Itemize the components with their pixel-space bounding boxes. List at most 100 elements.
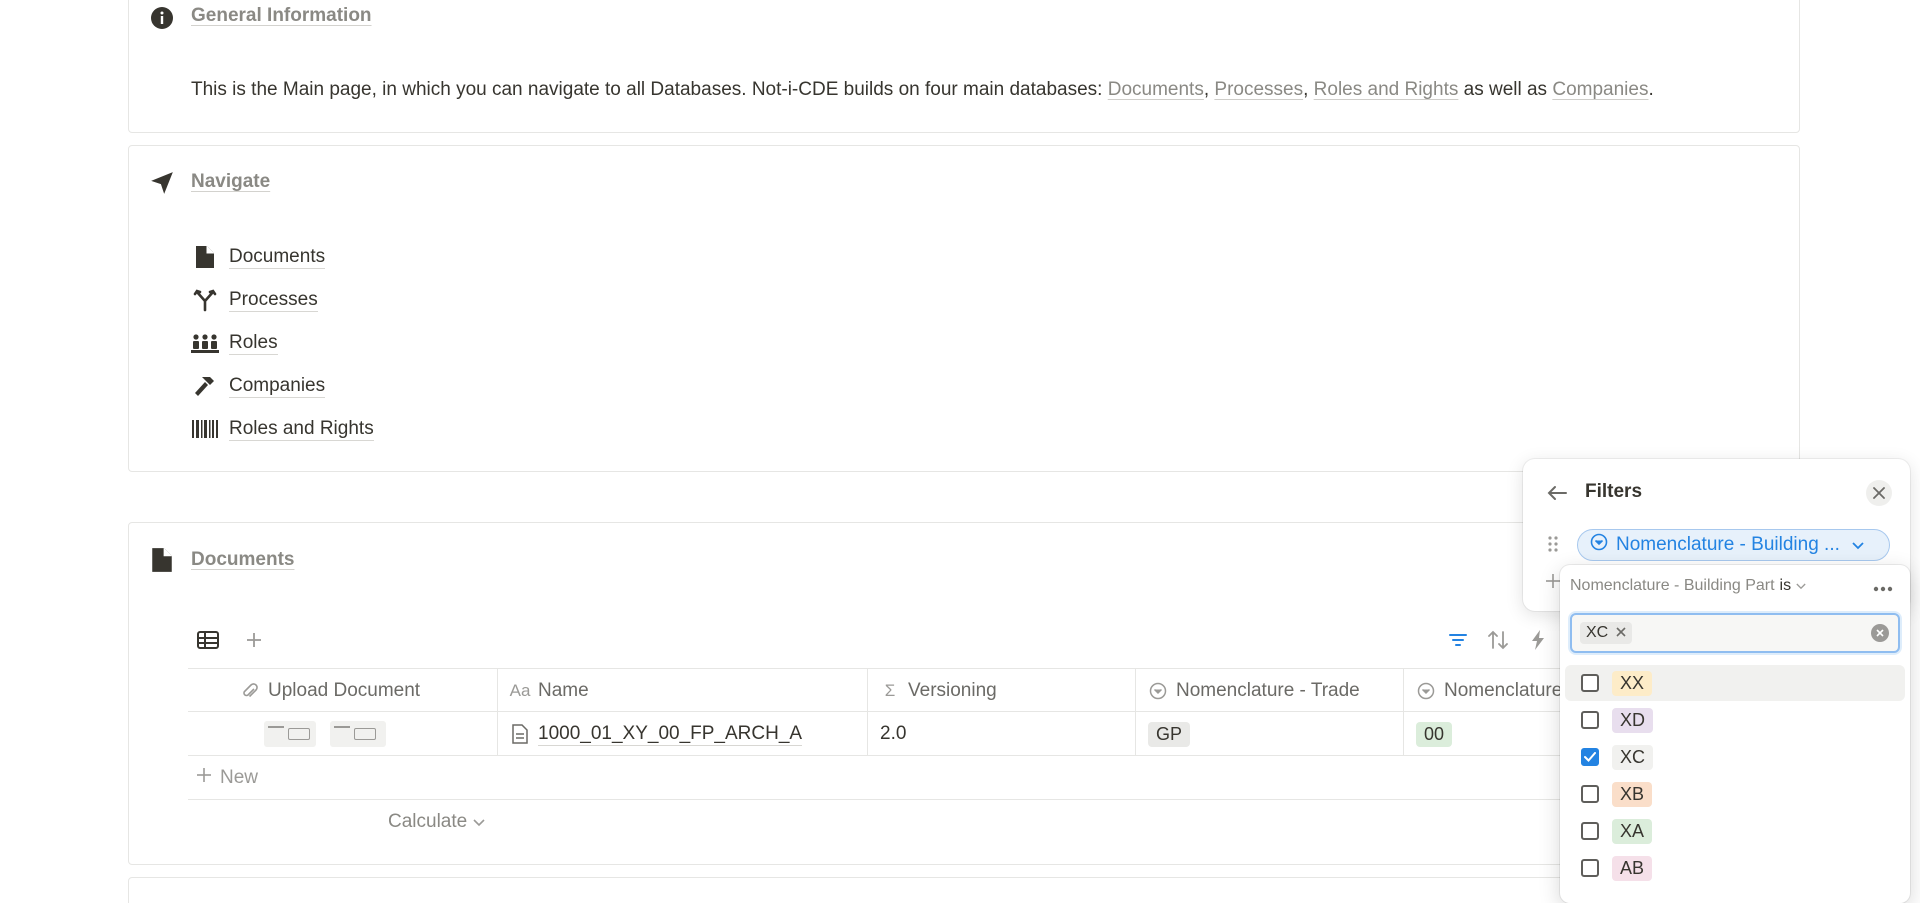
new-row[interactable]: New xyxy=(188,756,1588,800)
file-thumbnail[interactable] xyxy=(330,721,386,747)
drag-handle-icon[interactable] xyxy=(1547,535,1561,555)
option-xa[interactable]: XA xyxy=(1565,813,1905,849)
select-icon xyxy=(1148,682,1168,700)
page-icon xyxy=(510,724,530,744)
nomenclature-trade-cell[interactable]: GP xyxy=(1136,712,1404,756)
link-roles-and-rights[interactable]: Roles and Rights xyxy=(1314,79,1459,100)
column-label: Nomenclature - Trade xyxy=(1176,680,1360,701)
navigate-callout: Navigate Documents Processes Roles Compa… xyxy=(128,145,1800,472)
option-ab[interactable]: AB xyxy=(1565,850,1905,886)
checkbox[interactable] xyxy=(1581,785,1599,803)
end-text: . xyxy=(1648,79,1654,100)
documents-title[interactable]: Documents xyxy=(191,549,294,571)
column-header-upload-document[interactable]: Upload Document xyxy=(188,669,498,713)
option-xx[interactable]: XX xyxy=(1565,665,1905,701)
navigate-title[interactable]: Navigate xyxy=(191,171,270,193)
add-view-icon[interactable] xyxy=(240,626,268,654)
option-xd[interactable]: XD xyxy=(1565,702,1905,738)
file-thumbnail[interactable] xyxy=(264,721,316,747)
document-icon xyxy=(149,547,175,573)
new-row-button[interactable]: New xyxy=(196,756,258,800)
nav-item-label: Processes xyxy=(229,288,318,312)
upload-document-cell[interactable] xyxy=(188,712,498,756)
hammer-icon xyxy=(191,372,219,400)
column-header-versioning[interactable]: Σ Versioning xyxy=(868,669,1136,713)
branch-icon xyxy=(191,286,219,314)
chevron-down-icon xyxy=(1796,577,1806,595)
barcode-icon xyxy=(191,415,219,443)
general-information-title[interactable]: General Information xyxy=(191,5,372,27)
selected-chip-label: XC xyxy=(1586,624,1609,641)
option-tag: XC xyxy=(1612,744,1654,770)
back-arrow-icon[interactable] xyxy=(1545,481,1569,505)
nav-item-roles-and-rights[interactable]: Roles and Rights xyxy=(191,414,374,444)
nav-item-documents[interactable]: Documents xyxy=(191,242,326,272)
table-view-icon[interactable] xyxy=(194,626,222,654)
clear-search-icon[interactable] xyxy=(1871,624,1889,642)
link-documents[interactable]: Documents xyxy=(1108,79,1204,100)
filter-icon[interactable] xyxy=(1444,626,1472,654)
filter-pill-label: Nomenclature - Building ... xyxy=(1616,534,1840,555)
chevron-down-icon xyxy=(1852,534,1864,556)
column-label: Versioning xyxy=(908,680,997,701)
filters-title: Filters xyxy=(1585,481,1643,502)
versioning-cell[interactable]: 2.0 xyxy=(868,712,1136,756)
filter-condition[interactable]: Nomenclature - Building Part is xyxy=(1570,577,1806,595)
table-header-row: Upload Document Aa Name Σ Versioning Nom… xyxy=(188,668,1588,713)
separator: , xyxy=(1203,79,1215,100)
new-label: New xyxy=(220,767,259,788)
column-label: Nomenclature xyxy=(1444,680,1563,701)
condition-operator[interactable]: is xyxy=(1780,577,1792,595)
more-options-icon[interactable] xyxy=(1873,579,1897,593)
chevron-down-icon xyxy=(473,811,485,833)
close-icon[interactable] xyxy=(1866,480,1892,506)
info-icon xyxy=(149,5,175,31)
paperclip-icon xyxy=(240,682,260,700)
select-icon xyxy=(1590,533,1608,557)
option-tag: XB xyxy=(1612,781,1653,807)
option-tag: XD xyxy=(1612,707,1654,733)
document-name[interactable]: 1000_01_XY_00_FP_ARCH_A xyxy=(538,723,803,746)
nav-item-processes[interactable]: Processes xyxy=(191,285,318,315)
versioning-value: 2.0 xyxy=(880,723,907,744)
nav-item-label: Roles xyxy=(229,331,278,355)
column-header-nomenclature-trade[interactable]: Nomenclature - Trade xyxy=(1136,669,1404,713)
automation-bolt-icon[interactable] xyxy=(1524,626,1552,654)
select-icon xyxy=(1416,682,1436,700)
column-label: Name xyxy=(538,680,589,701)
general-information-text: This is the Main page, in which you can … xyxy=(191,79,1654,101)
link-processes[interactable]: Processes xyxy=(1214,79,1303,100)
selected-chip[interactable]: XC xyxy=(1580,622,1633,644)
nav-item-label: Roles and Rights xyxy=(229,417,374,441)
name-cell[interactable]: 1000_01_XY_00_FP_ARCH_A xyxy=(498,712,868,756)
option-tag: XA xyxy=(1612,818,1653,844)
option-tag: XX xyxy=(1612,670,1653,696)
filter-search-input[interactable]: XC xyxy=(1570,613,1900,653)
nav-item-companies[interactable]: Companies xyxy=(191,371,326,401)
filter-value-dropdown: Nomenclature - Building Part is XC XX XD… xyxy=(1560,565,1910,903)
people-icon xyxy=(191,329,219,357)
sort-icon[interactable] xyxy=(1484,626,1512,654)
column-header-name[interactable]: Aa Name xyxy=(498,669,868,713)
trade-tag: GP xyxy=(1148,721,1191,747)
checkbox[interactable] xyxy=(1581,822,1599,840)
calculate-button[interactable]: Calculate xyxy=(388,800,485,844)
remove-chip-icon[interactable] xyxy=(1616,624,1626,642)
table-row[interactable]: 1000_01_XY_00_FP_ARCH_A 2.0 GP 00 xyxy=(188,712,1588,756)
nav-item-roles[interactable]: Roles xyxy=(191,328,278,358)
nav-item-label: Companies xyxy=(229,374,326,398)
checkbox[interactable] xyxy=(1581,674,1599,692)
plus-icon xyxy=(196,767,212,789)
link-companies[interactable]: Companies xyxy=(1552,79,1648,100)
middle-text: as well as xyxy=(1458,79,1553,100)
nav-item-label: Documents xyxy=(229,245,326,269)
checkbox[interactable] xyxy=(1581,711,1599,729)
checkbox[interactable] xyxy=(1581,859,1599,877)
option-xc[interactable]: XC xyxy=(1565,739,1905,775)
checkbox-checked[interactable] xyxy=(1581,748,1599,766)
document-icon xyxy=(191,243,219,271)
separator: , xyxy=(1303,79,1314,100)
option-xb[interactable]: XB xyxy=(1565,776,1905,812)
nomenclature-tag: 00 xyxy=(1416,721,1453,747)
filter-pill[interactable]: Nomenclature - Building ... xyxy=(1577,529,1890,561)
